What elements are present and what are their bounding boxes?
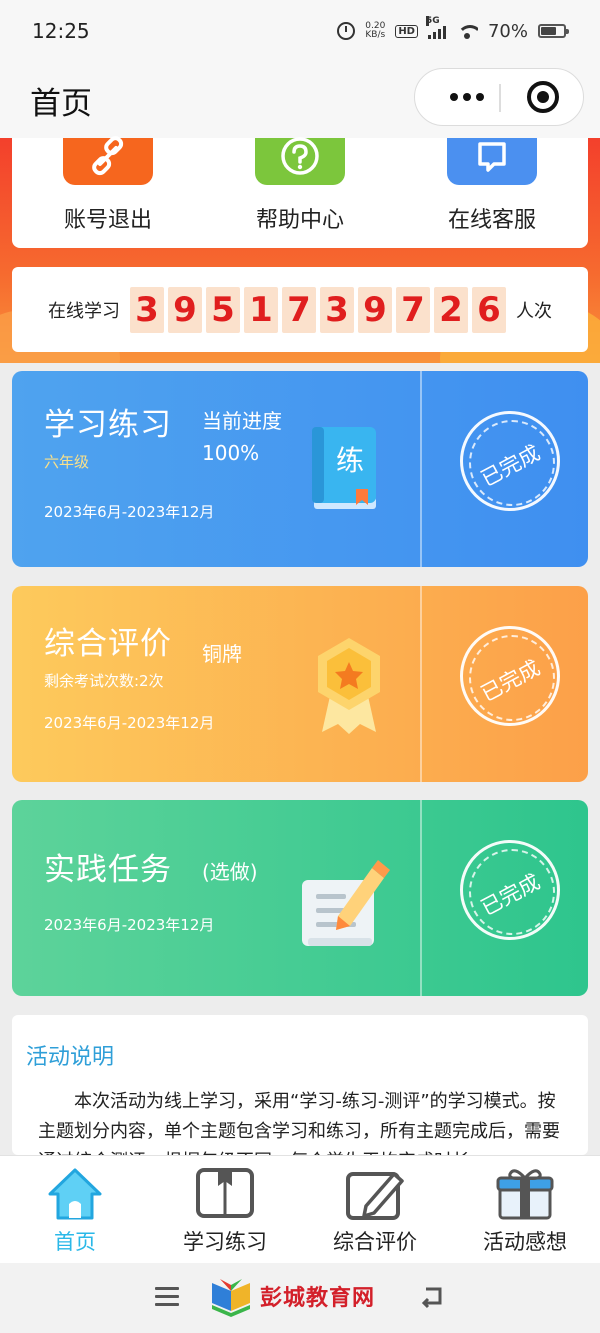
counter-digit: 2: [434, 286, 468, 333]
medal-icon: [312, 634, 386, 736]
activity-description: 活动说明 本次活动为线上学习，采用“学习-练习-测评”的学习模式。按主题划分内容…: [12, 1015, 588, 1155]
card-divider: [420, 586, 422, 782]
task-grade: 六年级: [44, 453, 90, 471]
counter-digit: 7: [282, 286, 316, 333]
battery-icon: [538, 24, 569, 38]
close-target-button[interactable]: [527, 81, 559, 113]
alarm-icon: [337, 22, 356, 40]
counter-digit: 3: [130, 286, 164, 333]
task-date: 2023年6月-2023年12月: [44, 916, 215, 934]
counter-digit: 6: [472, 286, 506, 333]
counter-digit: 3: [320, 286, 354, 333]
task-card-practice[interactable]: 实践任务 (选做) 2023年6月-2023年12月 已完成: [12, 800, 588, 996]
completed-stamp: 已完成: [460, 411, 560, 511]
counter-suffix: 人次: [516, 300, 552, 322]
net-speed: 0.20 KB/s: [365, 22, 385, 40]
book-icon: [194, 1164, 256, 1224]
task-progress: 100%: [202, 441, 260, 465]
counter-digit: 9: [168, 286, 202, 333]
status-icons: 0.20 KB/s HD 5G 70%: [337, 16, 569, 42]
more-menu-button[interactable]: [435, 69, 499, 125]
task-subtitle: 当前进度: [202, 409, 282, 433]
page-title: 首页: [30, 86, 92, 122]
counter-digit: 5: [206, 286, 240, 333]
quick-links-card: 账号退出 帮助中心 在线客服: [12, 135, 588, 248]
practice-book-icon: 练: [308, 423, 382, 513]
task-title: 学习练习: [44, 407, 172, 443]
system-nav-bar: 彭城教育网: [0, 1263, 600, 1333]
hd-icon: HD: [395, 24, 418, 38]
task-card-study[interactable]: 学习练习 当前进度 100% 六年级 2023年6月-2023年12月 练 已完…: [12, 371, 588, 567]
wifi-icon: [456, 23, 478, 39]
site-logo: 彭城教育网: [208, 1275, 375, 1317]
task-medal-level: 铜牌: [202, 642, 242, 666]
home-icon: [44, 1164, 106, 1224]
miniprogram-capsule: [414, 68, 584, 126]
quick-link-service[interactable]: 在线客服: [396, 138, 588, 248]
edit-icon: [344, 1164, 406, 1224]
tab-label: 首页: [54, 1230, 96, 1254]
link-icon: [63, 135, 153, 185]
tab-home[interactable]: 首页: [0, 1156, 150, 1263]
task-date: 2023年6月-2023年12月: [44, 714, 215, 732]
status-time: 12:25: [32, 19, 90, 43]
menu-icon[interactable]: [155, 1287, 179, 1307]
counter-digit: 1: [244, 286, 278, 333]
logo-text: 彭城教育网: [260, 1286, 376, 1311]
tab-label: 活动感想: [483, 1230, 567, 1254]
signal-label: 5G: [425, 16, 440, 26]
capsule-divider: [499, 84, 501, 112]
completed-stamp: 已完成: [460, 626, 560, 726]
counter-digit: 9: [358, 286, 392, 333]
completed-stamp: 已完成: [460, 840, 560, 940]
stamp-text: 已完成: [477, 655, 544, 707]
online-counter: 在线学习 3951739726 人次: [12, 267, 588, 352]
stamp-text: 已完成: [477, 869, 544, 921]
tab-reflection[interactable]: 活动感想: [450, 1156, 600, 1263]
counter-digit: 7: [396, 286, 430, 333]
task-optional: (选做): [202, 860, 258, 884]
quick-link-label: 在线客服: [447, 208, 536, 233]
task-title: 综合评价: [44, 626, 172, 662]
status-bar: 12:25 0.20 KB/s HD 5G 70%: [0, 0, 600, 62]
back-icon[interactable]: [420, 1283, 446, 1309]
activity-title: 活动说明: [26, 1045, 115, 1070]
battery-percent: 70%: [487, 20, 528, 42]
question-icon: [255, 136, 345, 185]
tab-label: 学习练习: [183, 1230, 267, 1254]
quick-link-label: 账号退出: [63, 208, 152, 233]
tab-label: 综合评价: [333, 1230, 417, 1254]
counter-digits: 3951739726: [130, 286, 506, 333]
quick-link-help[interactable]: 帮助中心: [204, 136, 396, 248]
signal-icon: 5G: [425, 16, 446, 39]
writing-task-icon: [298, 850, 390, 950]
bottom-tab-bar: 首页 学习练习 综合评价 活动感想: [0, 1155, 600, 1263]
card-divider: [420, 800, 422, 996]
activity-body: 本次活动为线上学习，采用“学习-练习-测评”的学习模式。按主题划分内容，单个主题…: [38, 1091, 560, 1155]
gift-icon: [494, 1164, 556, 1224]
tab-study[interactable]: 学习练习: [150, 1156, 300, 1263]
practice-book-char: 练: [336, 444, 365, 477]
nav-bar: 首页: [0, 62, 600, 138]
quick-link-logout[interactable]: 账号退出: [12, 135, 204, 248]
chat-icon: [447, 138, 537, 185]
task-date: 2023年6月-2023年12月: [44, 503, 215, 521]
task-remaining: 剩余考试次数:2次: [44, 672, 164, 690]
battery-fill: [541, 27, 557, 35]
quick-link-label: 帮助中心: [255, 208, 344, 233]
task-card-evaluation[interactable]: 综合评价 铜牌 剩余考试次数:2次 2023年6月-2023年12月 已完成: [12, 586, 588, 782]
tab-evaluation[interactable]: 综合评价: [300, 1156, 450, 1263]
stamp-text: 已完成: [477, 440, 544, 492]
net-speed-unit: KB/s: [365, 30, 386, 40]
logo-book-icon: [208, 1275, 254, 1317]
counter-prefix: 在线学习: [48, 300, 120, 322]
task-title: 实践任务: [44, 852, 172, 888]
card-divider: [420, 371, 422, 567]
